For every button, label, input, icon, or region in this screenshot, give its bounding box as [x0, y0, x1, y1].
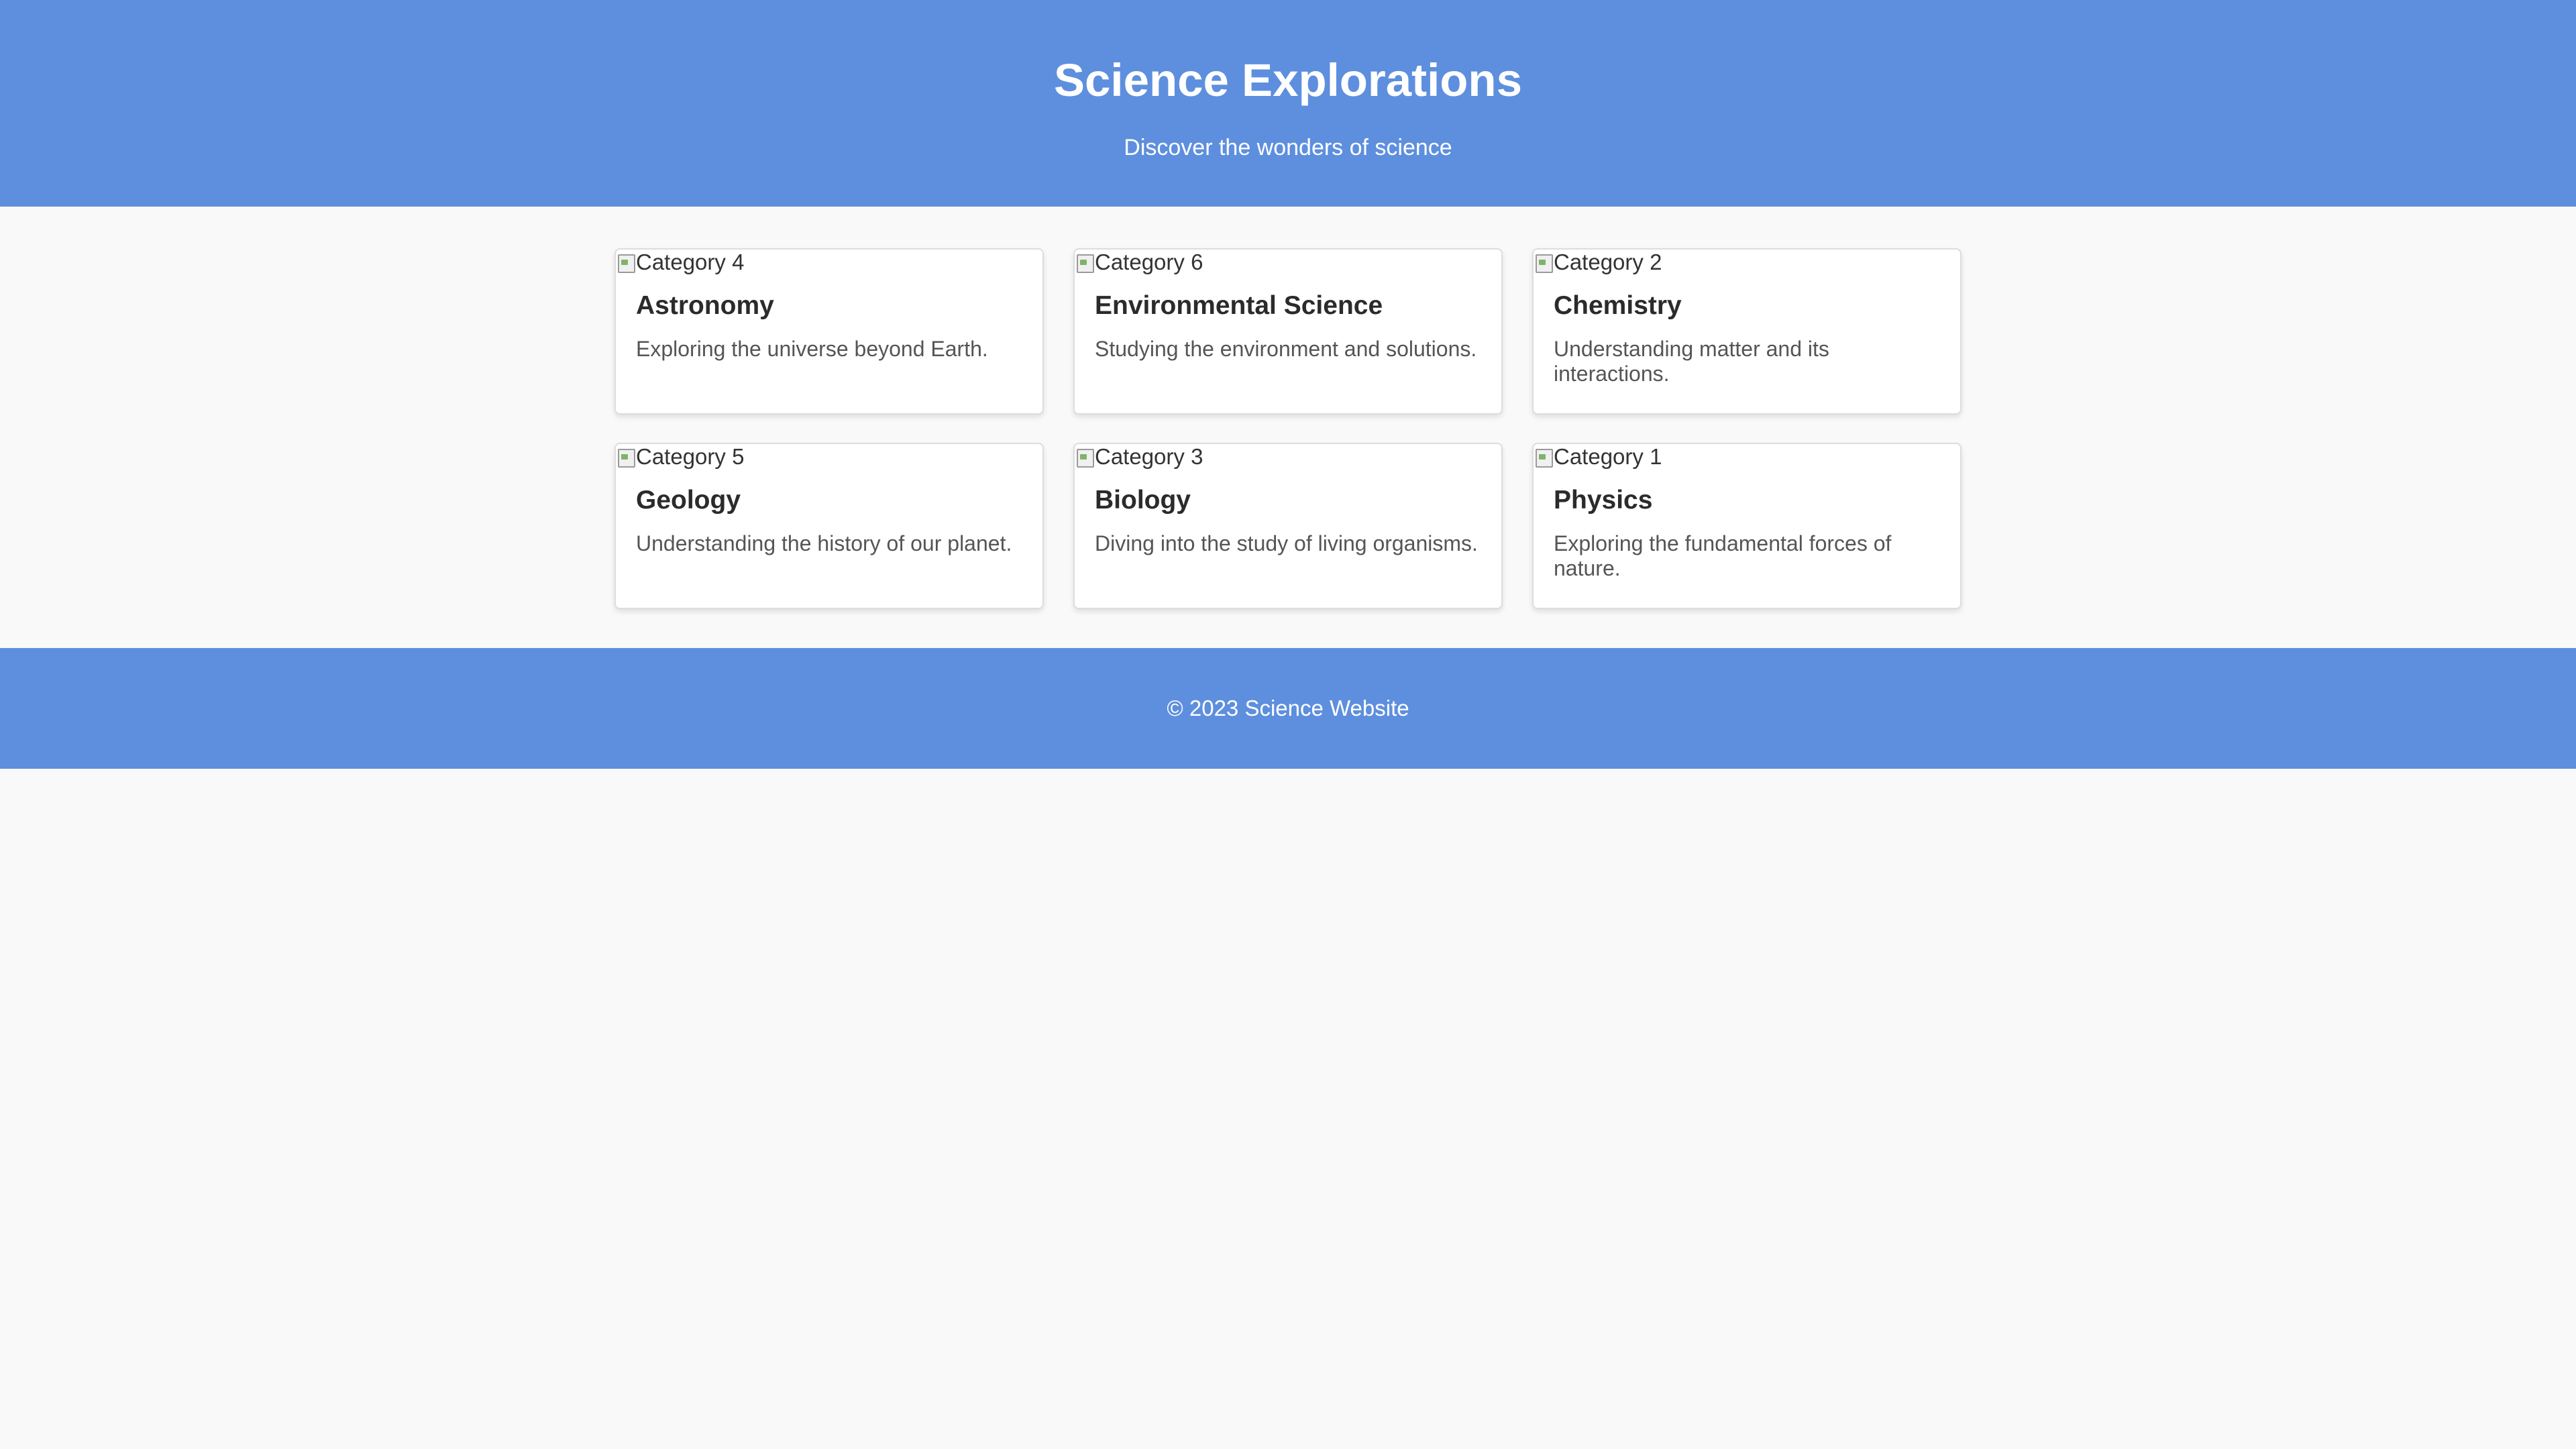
broken-image-icon — [1534, 446, 1554, 468]
card-title: Astronomy — [636, 291, 774, 320]
card-title: Environmental Science — [1095, 291, 1383, 320]
card-image-alt: Category 3 — [1095, 444, 1203, 469]
broken-image-icon — [616, 252, 636, 273]
card-description: Studying the environment and solutions. — [1095, 337, 1477, 361]
card-image: Category 6 — [1075, 250, 1501, 275]
broken-image-icon — [1075, 446, 1095, 468]
card-image: Category 4 — [616, 250, 1042, 275]
copyright-text: © 2023 Science Website — [1167, 696, 1409, 720]
card-image: Category 3 — [1075, 444, 1501, 470]
broken-image-icon — [1534, 252, 1554, 273]
card-description: Exploring the fundamental forces of natu… — [1554, 531, 1892, 580]
category-card[interactable]: Category 6 Environmental Science Studyin… — [1073, 248, 1503, 415]
page-title: Science Explorations — [1054, 54, 1522, 106]
card-description: Understanding matter and its interaction… — [1554, 337, 1829, 386]
card-description: Understanding the history of our planet. — [636, 531, 1012, 555]
card-image: Category 5 — [616, 444, 1042, 470]
page-subtitle: Discover the wonders of science — [1124, 135, 1452, 160]
card-title: Chemistry — [1554, 291, 1682, 320]
category-grid: Category 4 Astronomy Exploring the unive… — [614, 248, 1962, 609]
card-description: Diving into the study of living organism… — [1095, 531, 1478, 555]
category-card[interactable]: Category 3 Biology Diving into the study… — [1073, 443, 1503, 609]
card-image-alt: Category 6 — [1095, 250, 1203, 274]
card-image-alt: Category 2 — [1554, 250, 1662, 274]
category-card[interactable]: Category 4 Astronomy Exploring the unive… — [614, 248, 1044, 415]
broken-image-icon — [616, 446, 636, 468]
category-card[interactable]: Category 5 Geology Understanding the his… — [614, 443, 1044, 609]
card-image-alt: Category 1 — [1554, 444, 1662, 469]
card-image-alt: Category 5 — [636, 444, 745, 469]
card-image: Category 2 — [1534, 250, 1960, 275]
card-title: Biology — [1095, 486, 1191, 515]
card-title: Geology — [636, 486, 741, 515]
category-card[interactable]: Category 2 Chemistry Understanding matte… — [1532, 248, 1962, 415]
site-footer: © 2023 Science Website — [0, 648, 2576, 769]
card-image-alt: Category 4 — [636, 250, 745, 274]
category-card[interactable]: Category 1 Physics Exploring the fundame… — [1532, 443, 1962, 609]
broken-image-icon — [1075, 252, 1095, 273]
card-description: Exploring the universe beyond Earth. — [636, 337, 988, 361]
card-title: Physics — [1554, 486, 1653, 515]
site-header: Science Explorations Discover the wonder… — [0, 0, 2576, 207]
card-image: Category 1 — [1534, 444, 1960, 470]
